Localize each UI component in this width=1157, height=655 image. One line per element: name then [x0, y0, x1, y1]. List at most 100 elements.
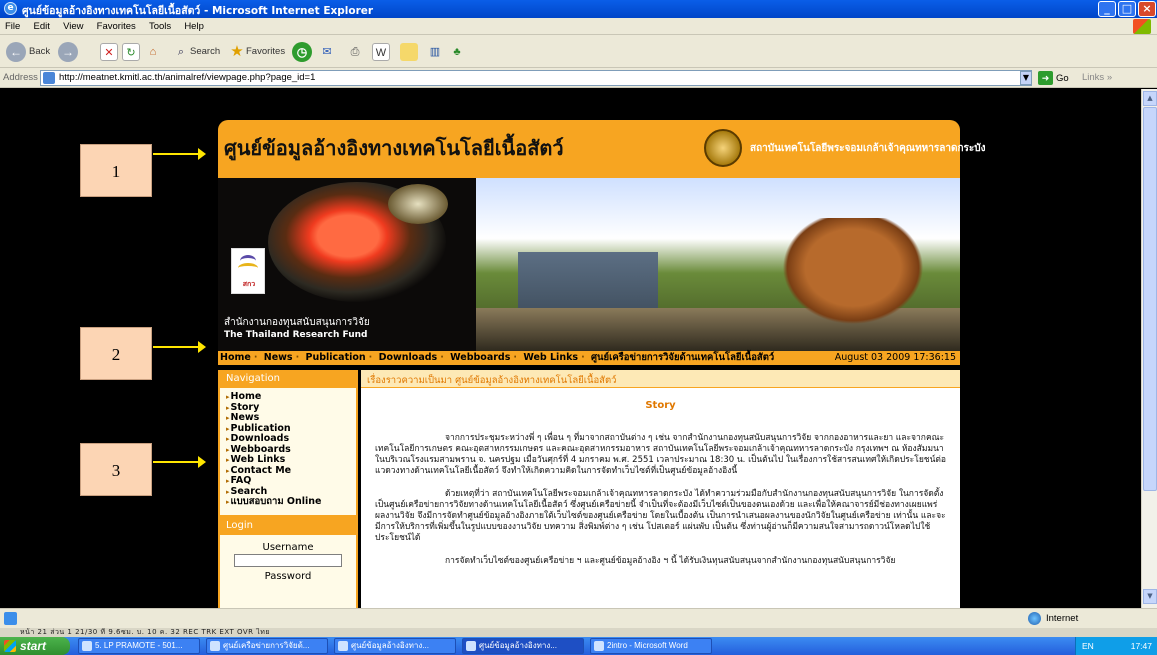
maximize-button[interactable]: □	[1118, 1, 1136, 17]
nav-link-downloads[interactable]: Downloads	[379, 352, 438, 363]
vertical-scrollbar[interactable]: ▲ ▼	[1141, 89, 1157, 608]
refresh-icon: ↻	[122, 42, 140, 61]
standard-toolbar: ← Back → ✕ ↻ ⌂ ⌕ Search ★ Favorites ◷ ✉ …	[0, 35, 1157, 68]
home-icon: ⌂	[149, 45, 157, 58]
callout-box-3: 3	[80, 443, 152, 496]
task-label: ศูนย์ข้อมูลอ้างอิงทาง...	[351, 641, 429, 650]
story-title: Story	[645, 400, 676, 411]
history-icon: ◷	[292, 41, 312, 62]
menu-favorites[interactable]: Favorites	[92, 18, 141, 32]
address-input[interactable]: http://meatnet.kmitl.ac.th/animalref/vie…	[40, 70, 1032, 86]
password-label: Password	[264, 571, 312, 582]
page-icon	[43, 72, 55, 84]
taskbar-item-word[interactable]: 2intro - Microsoft Word	[590, 638, 712, 654]
nav-link-home[interactable]: Home	[220, 352, 251, 363]
menu-tools[interactable]: Tools	[144, 18, 176, 32]
history-button[interactable]: ◷	[292, 40, 315, 63]
research-icon: ▥	[429, 45, 441, 58]
scroll-up-icon[interactable]: ▲	[1143, 91, 1157, 106]
word-status-bar: หน้า 21 ส่วน 1 21/30 ที่ 9.6ซม. บ. 10 ค.…	[0, 628, 1157, 637]
window-titlebar[interactable]: e ศูนย์ข้อมูลอ้างอิงทางเทคโนโลยีเนื้อสัต…	[0, 0, 1157, 18]
trf-logo-arc-bottom	[238, 263, 258, 273]
story-paragraph: จากการประชุมระหว่างพี่ ๆ เพื่อน ๆ ที่มาจ…	[375, 433, 947, 476]
go-arrow-icon: ➜	[1038, 71, 1053, 85]
links-label: Links	[1082, 72, 1105, 83]
sidebar-item-survey[interactable]: แบบสอบถาม Online	[226, 496, 356, 508]
back-button[interactable]: ← Back	[6, 40, 50, 63]
site-header: ศูนย์ข้อมูลอ้างอิงทางเทคโนโลยีเนื้อสัตว์…	[218, 120, 986, 178]
forward-button[interactable]: →	[58, 40, 81, 63]
language-indicator[interactable]: EN	[1082, 637, 1094, 655]
nav-link-web-links[interactable]: Web Links	[523, 352, 578, 363]
trf-logo-text: สกว	[242, 280, 256, 288]
links-button[interactable]: Links »	[1082, 72, 1112, 83]
main-content: เรื่องราวความเป็นมา ศูนย์ข้อมูลอ้างอิงทา…	[361, 370, 960, 608]
username-input[interactable]	[234, 554, 342, 567]
globe-icon	[1028, 612, 1041, 625]
trf-logo[interactable]: สกว	[231, 248, 265, 294]
sidebar-item-web-links[interactable]: Web Links	[226, 454, 356, 466]
print-button[interactable]: ⎙	[346, 40, 364, 63]
nav-date: August 03 2009 17:36:15	[834, 352, 956, 363]
callout-number: 3	[111, 461, 121, 480]
address-dropdown-icon[interactable]: ▼	[1020, 71, 1032, 85]
go-label: Go	[1056, 72, 1069, 84]
callout-number: 2	[111, 345, 121, 364]
login-box: Username Password	[220, 535, 356, 608]
menu-help[interactable]: Help	[179, 18, 209, 32]
address-bar: Address http://meatnet.kmitl.ac.th/anima…	[0, 68, 1157, 88]
menu-file[interactable]: File	[0, 18, 25, 32]
sidebar-item-news[interactable]: News	[226, 412, 356, 424]
scroll-thumb[interactable]	[1143, 107, 1157, 491]
top-nav-bar: Home · News · Publication · Downloads · Webb…	[218, 351, 960, 365]
site-subtitle: สถาบันเทคโนโลยีพระจอมเกล้าเจ้าคุณทหารลาด…	[750, 143, 986, 154]
nav-link-webboards[interactable]: Webboards	[450, 352, 510, 363]
windows-flag-icon	[1133, 19, 1151, 34]
taskbar-item-ie-1[interactable]: ศูนย์เครือข่ายการวิจัยด้...	[206, 638, 328, 654]
callout-arrow-1	[153, 148, 206, 160]
back-arrow-icon: ←	[6, 41, 26, 62]
stop-icon: ✕	[100, 42, 118, 61]
taskbar-item-ie-2[interactable]: ศูนย์ข้อมูลอ้างอิงทาง...	[334, 638, 456, 654]
go-button[interactable]: ➜ Go	[1038, 71, 1069, 85]
taskbar-item-folder[interactable]: 5. LP PRAMOTE - 501...	[78, 638, 200, 654]
mushroom-image	[388, 184, 448, 224]
favorites-button[interactable]: ★ Favorites	[228, 40, 285, 63]
stop-button[interactable]: ✕	[100, 40, 118, 63]
login-heading: Login	[218, 517, 358, 534]
page-viewport[interactable]: ศูนย์ข้อมูลอ้างอิงทางเทคโนโลยีเนื้อสัตว์…	[0, 89, 1141, 608]
sidebar-item-faq[interactable]: FAQ	[226, 475, 356, 487]
callout-box-2: 2	[80, 327, 152, 380]
minimize-button[interactable]: _	[1098, 1, 1116, 17]
nav-link-news[interactable]: News	[264, 352, 293, 363]
fund-name-thai: สำนักงานกองทุนสนับสนุนการวิจัย	[224, 317, 370, 328]
cow-image	[778, 218, 928, 328]
print-icon: ⎙	[350, 45, 360, 58]
search-button[interactable]: ⌕ Search	[172, 40, 220, 63]
taskbar-item-ie-3[interactable]: ศูนย์ข้อมูลอ้างอิงทาง...	[462, 638, 584, 654]
menu-edit[interactable]: Edit	[29, 18, 55, 32]
mail-button[interactable]: ✉	[318, 40, 336, 63]
task-label: ศูนย์ข้อมูลอ้างอิงทาง...	[479, 641, 557, 650]
messenger-button[interactable]: ♣	[448, 40, 466, 63]
page-status-icon	[4, 612, 17, 625]
close-button[interactable]: ×	[1138, 1, 1156, 17]
nav-link-research-network[interactable]: ศูนย์เครือข่ายการวิจัยด้านเทคโนโลยีเนื้อ…	[591, 352, 774, 363]
start-button[interactable]: start	[0, 637, 70, 655]
task-label: 2intro - Microsoft Word	[607, 641, 688, 650]
refresh-button[interactable]: ↻	[122, 40, 140, 63]
status-bar: Internet	[0, 608, 1157, 628]
research-button[interactable]: ▥	[426, 40, 444, 63]
home-button[interactable]: ⌂	[144, 40, 162, 63]
edit-button[interactable]: W	[372, 40, 390, 63]
address-label: Address	[3, 72, 38, 83]
menu-view[interactable]: View	[58, 18, 88, 32]
discuss-button[interactable]	[400, 40, 418, 63]
nav-link-publication[interactable]: Publication	[306, 352, 366, 363]
forward-arrow-icon: →	[58, 41, 78, 62]
sidebar-item-downloads[interactable]: Downloads	[226, 433, 356, 445]
content-heading: เรื่องราวความเป็นมา ศูนย์ข้อมูลอ้างอิงทา…	[361, 370, 960, 388]
scroll-down-icon[interactable]: ▼	[1143, 589, 1157, 604]
sidebar-item-home[interactable]: Home	[226, 391, 356, 403]
kmitl-seal-icon	[704, 129, 742, 167]
